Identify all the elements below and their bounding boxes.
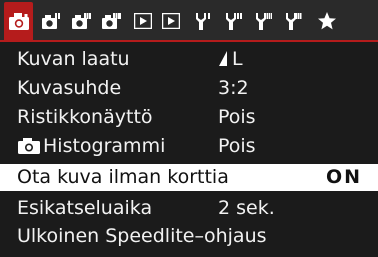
menu-item-label: Kuvasuhde [17,77,122,99]
camera-icon [8,13,29,30]
menu-item-grid-display[interactable]: Ristikkonäyttö Pois [0,104,378,131]
tab-my-menu[interactable] [314,2,340,40]
tab-setup-4[interactable] [280,2,306,40]
menu-item-label: Ota kuva ilman korttia [17,166,229,188]
play-icon [134,13,152,29]
menu-item-image-quality[interactable]: Kuvan laatu L [0,46,378,73]
tab-shoot-4[interactable] [97,2,125,40]
tab-shoot-3[interactable] [67,2,95,40]
menu-item-aspect-ratio[interactable]: Kuvasuhde 3:2 [0,75,378,102]
tab-shoot-1[interactable] [4,2,33,40]
menu-item-value: 2 sek. [218,197,275,219]
menu-item-label: Histogrammi [17,133,165,160]
camera-menu-screen: Kuvan laatu L Kuvasuhde 3:2 Ristikkonäyt… [0,0,378,257]
camera-icon [102,13,121,29]
menu-item-value: 3:2 [218,77,249,99]
tab-divider [0,40,378,42]
menu-item-review-time[interactable]: Esikatseluaika 2 sek. [0,195,378,222]
tab-playback-1[interactable] [130,2,156,40]
wrench-icon [256,13,272,30]
menu-item-label: Esikatseluaika [17,197,153,219]
menu-item-value: Pois [218,106,256,128]
camera-icon [18,138,40,154]
tab-playback-2[interactable] [158,2,184,40]
menu-item-histogram[interactable]: Histogrammi Pois [0,133,378,160]
camera-icon [42,13,60,29]
menu-item-value: Pois [218,135,256,157]
play-icon [162,13,180,29]
tab-setup-2[interactable] [220,2,246,40]
wrench-icon [286,13,302,30]
star-icon [318,12,336,30]
menu-item-shoot-without-card[interactable]: Ota kuva ilman korttia ON [0,164,378,191]
camera-icon [72,13,91,29]
menu-item-value: L [218,46,243,73]
wrench-icon [196,13,210,30]
menu-tab-bar [0,0,378,42]
menu-item-value: ON [326,166,363,188]
tab-setup-1[interactable] [190,2,216,40]
menu-item-external-speedlite-control[interactable]: Ulkoinen Speedlite–ohjaus [0,223,378,250]
menu-item-label: Ristikkonäyttö [17,106,153,128]
menu-item-label: Kuvan laatu [17,48,130,70]
jpeg-large-fine-icon [219,51,227,66]
wrench-icon [226,13,242,30]
menu-item-label: Ulkoinen Speedlite–ohjaus [17,225,267,247]
tab-setup-3[interactable] [250,2,276,40]
tab-shoot-2[interactable] [37,2,65,40]
